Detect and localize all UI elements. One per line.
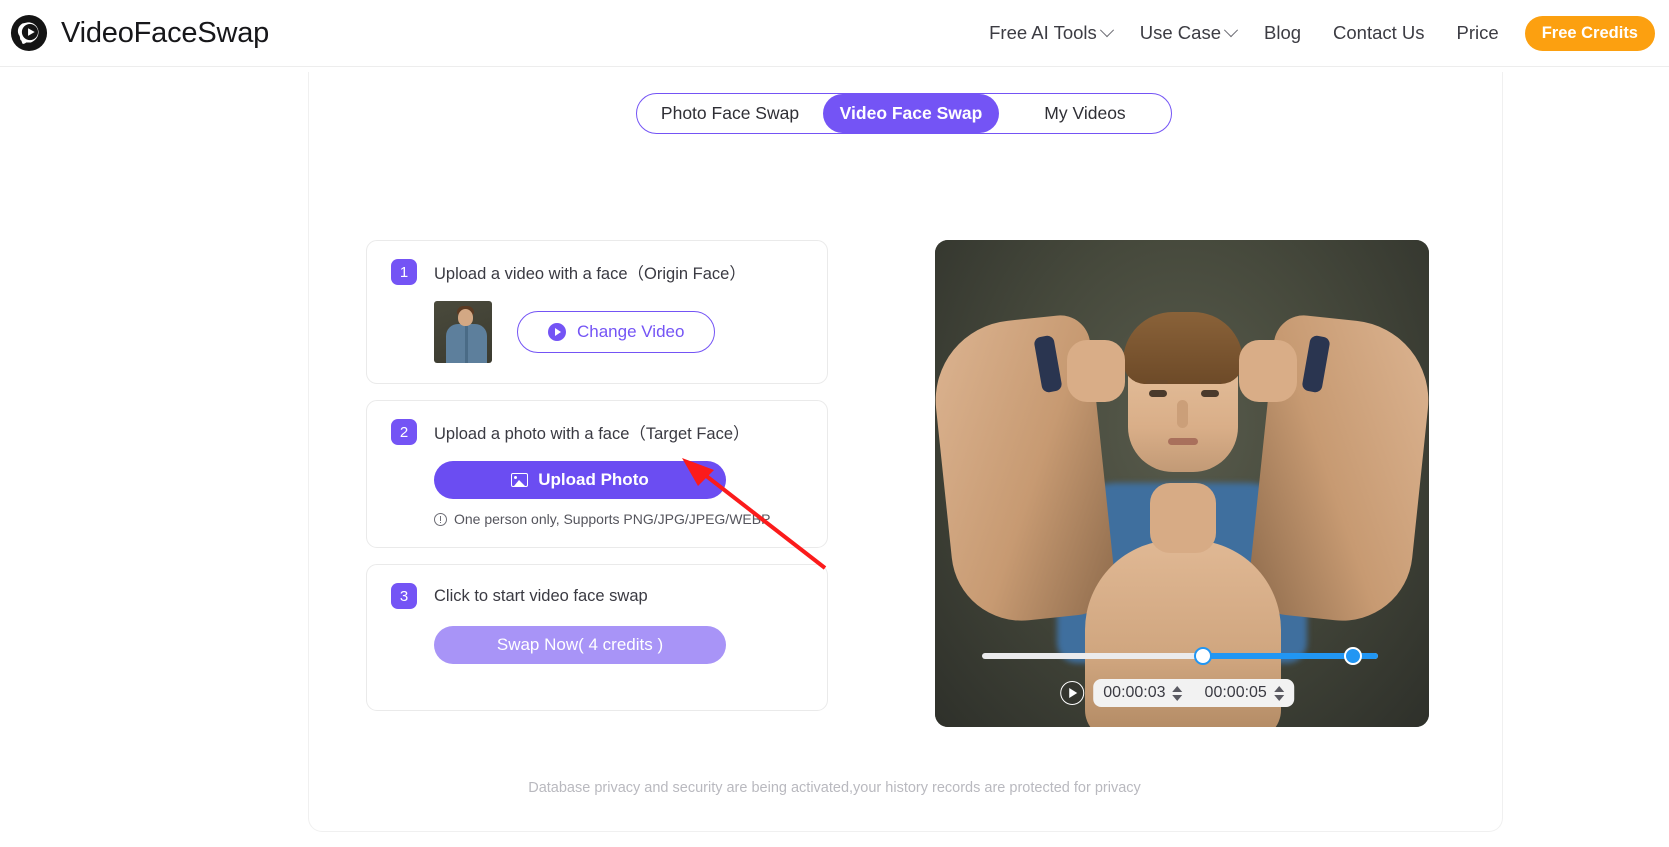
step-3-badge: 3 bbox=[391, 583, 417, 609]
step-card-3: 3 Click to start video face swap Swap No… bbox=[366, 564, 828, 711]
free-credits-button[interactable]: Free Credits bbox=[1524, 15, 1655, 51]
video-neck bbox=[1150, 483, 1216, 553]
steps-column: 1 Upload a video with a face（Origin Face… bbox=[366, 240, 828, 727]
tab-photo-face-swap[interactable]: Photo Face Swap bbox=[637, 94, 823, 133]
mode-tabs: Photo Face Swap Video Face Swap My Video… bbox=[636, 93, 1172, 134]
step-1-title: Upload a video with a face（Origin Face） bbox=[434, 265, 746, 283]
video-eye-right bbox=[1201, 390, 1219, 397]
swap-now-button[interactable]: Swap Now( 4 credits ) bbox=[434, 626, 726, 664]
video-controls: 00:00:03 00:00:05 bbox=[1060, 679, 1294, 707]
nav-item-use-case[interactable]: Use Case bbox=[1126, 22, 1250, 44]
step-2-title: Upload a photo with a face（Target Face） bbox=[434, 425, 750, 443]
brand-logo-group[interactable]: VideoFaceSwap bbox=[10, 14, 269, 52]
video-fist-left bbox=[1067, 340, 1125, 402]
change-video-label: Change Video bbox=[577, 322, 685, 341]
video-trim-slider[interactable] bbox=[982, 647, 1378, 665]
upload-photo-label: Upload Photo bbox=[538, 470, 649, 489]
video-mouth bbox=[1168, 438, 1198, 445]
nav-item-price[interactable]: Price bbox=[1443, 22, 1513, 44]
info-circle-icon bbox=[434, 512, 447, 526]
video-eye-left bbox=[1149, 390, 1167, 397]
origin-video-thumbnail[interactable] bbox=[434, 301, 492, 363]
chevron-down-icon bbox=[1223, 23, 1239, 38]
video-preview[interactable]: 00:00:03 00:00:05 bbox=[935, 240, 1429, 727]
privacy-note: Database privacy and security are being … bbox=[528, 780, 1141, 796]
video-brow-right bbox=[1199, 380, 1221, 384]
time-range-pill: 00:00:03 00:00:05 bbox=[1093, 679, 1294, 707]
video-hair bbox=[1123, 312, 1243, 384]
end-time-stepper[interactable] bbox=[1273, 685, 1284, 701]
step-1-body: Change Video bbox=[391, 301, 803, 363]
image-icon bbox=[511, 473, 529, 487]
upload-hint-text: One person only, Supports PNG/JPG/JPEG/W… bbox=[454, 511, 771, 527]
step-1-header: 1 Upload a video with a face（Origin Face… bbox=[391, 259, 803, 285]
end-time-group[interactable]: 00:00:05 bbox=[1205, 684, 1284, 702]
step-card-2: 2 Upload a photo with a face（Target Face… bbox=[366, 400, 828, 548]
step-3-title: Click to start video face swap bbox=[434, 586, 648, 605]
nav-label: Blog bbox=[1264, 22, 1302, 43]
change-video-button[interactable]: Change Video bbox=[517, 311, 716, 353]
chevron-down-icon bbox=[1099, 23, 1114, 38]
tab-video-face-swap[interactable]: Video Face Swap bbox=[823, 94, 999, 133]
nav-label: Free AI Tools bbox=[989, 22, 1097, 43]
start-time-value: 00:00:03 bbox=[1103, 684, 1166, 701]
video-fist-right bbox=[1239, 340, 1297, 402]
slider-handle-end[interactable] bbox=[1344, 647, 1363, 665]
play-circle-icon[interactable] bbox=[1060, 681, 1085, 705]
video-brow-left bbox=[1146, 380, 1168, 384]
upload-photo-button[interactable]: Upload Photo bbox=[434, 461, 726, 499]
nav-label: Price bbox=[1456, 22, 1499, 43]
step-2-header: 2 Upload a photo with a face（Target Face… bbox=[391, 419, 803, 445]
step-2-badge: 2 bbox=[391, 419, 417, 445]
site-header: VideoFaceSwap Free AI Tools Use Case Blo… bbox=[0, 0, 1669, 67]
brand-name: VideoFaceSwap bbox=[61, 16, 270, 49]
main-nav: Free AI Tools Use Case Blog Contact Us P… bbox=[975, 0, 1655, 66]
nav-item-contact-us[interactable]: Contact Us bbox=[1315, 22, 1443, 44]
step-card-1: 1 Upload a video with a face（Origin Face… bbox=[366, 240, 828, 384]
step-1-badge: 1 bbox=[391, 259, 417, 285]
play-circle-icon bbox=[548, 323, 566, 341]
upload-hint: One person only, Supports PNG/JPG/JPEG/W… bbox=[434, 511, 803, 527]
start-time-stepper[interactable] bbox=[1172, 685, 1183, 701]
nav-label: Contact Us bbox=[1333, 22, 1425, 43]
nav-item-blog[interactable]: Blog bbox=[1250, 22, 1315, 44]
nav-label: Use Case bbox=[1139, 22, 1221, 43]
play-face-logo-icon bbox=[10, 14, 48, 52]
video-nose bbox=[1177, 400, 1188, 428]
slider-handle-start[interactable] bbox=[1193, 647, 1212, 665]
start-time-group[interactable]: 00:00:03 bbox=[1103, 684, 1183, 702]
nav-item-free-ai-tools[interactable]: Free AI Tools bbox=[975, 22, 1126, 44]
end-time-value: 00:00:05 bbox=[1204, 684, 1267, 701]
step-3-header: 3 Click to start video face swap bbox=[391, 583, 803, 609]
tab-my-videos[interactable]: My Videos bbox=[999, 94, 1171, 133]
